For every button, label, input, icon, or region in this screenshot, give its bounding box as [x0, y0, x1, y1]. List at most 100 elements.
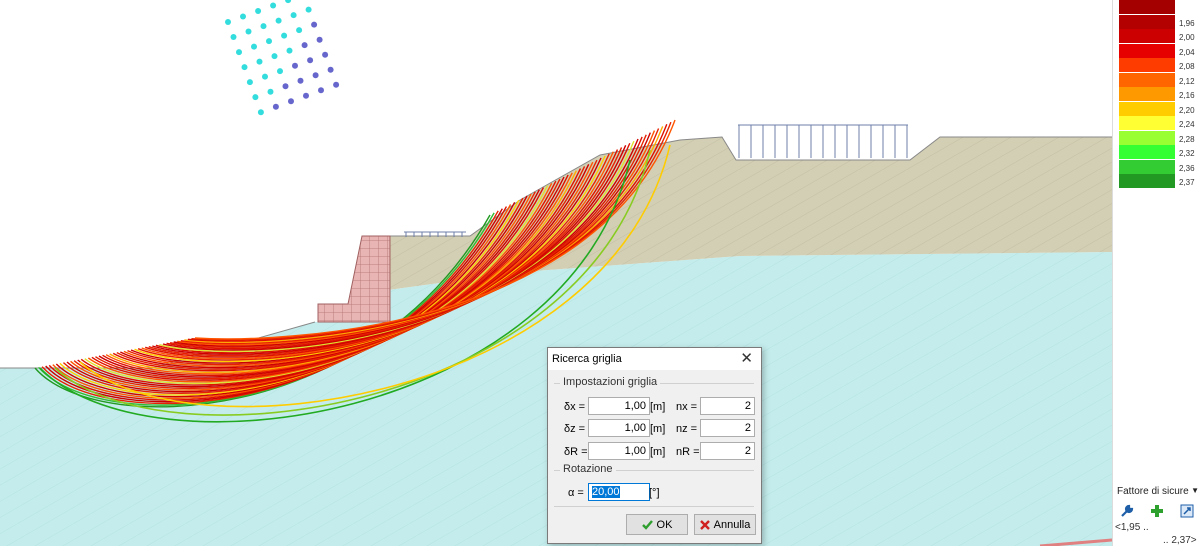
- circle-center-point: [255, 8, 262, 14]
- chevron-down-icon: ▼: [1189, 486, 1199, 495]
- circle-center-point: [260, 23, 267, 30]
- cancel-button-label: Annulla: [713, 518, 751, 531]
- circle-center-point: [333, 81, 340, 88]
- dialog-title: Ricerca griglia: [552, 353, 622, 365]
- circle-center-point: [262, 73, 268, 80]
- circle-center-point: [251, 43, 257, 50]
- circle-center-point: [252, 94, 259, 101]
- circle-center-point: [257, 109, 264, 116]
- legend-swatch: [1119, 116, 1175, 130]
- legend-label: 2,04: [1179, 47, 1195, 57]
- edit-scale-icon[interactable]: [1179, 503, 1195, 519]
- circle-center-point: [271, 53, 278, 60]
- nz-input[interactable]: 2: [700, 419, 755, 437]
- circle-center-point: [285, 0, 292, 4]
- circle-center-point: [245, 28, 252, 35]
- circle-center-point: [305, 6, 312, 13]
- circle-center-point: [275, 17, 282, 24]
- surcharge-load-large: [738, 124, 908, 158]
- alpha-value: 20,00: [592, 486, 620, 498]
- legend-swatch: [1119, 14, 1175, 29]
- delta-z-input[interactable]: 1,00: [588, 419, 650, 437]
- circle-center-point: [246, 79, 253, 86]
- legend-panel: 1,96 2,00 2,04 2,08 2,12 2,16 2,20 2,24 2,28 2,32…: [1112, 0, 1200, 546]
- legend-label: 2,00: [1179, 33, 1195, 42]
- legend-swatch: [1119, 130, 1175, 145]
- circle-center-point: [307, 57, 314, 64]
- circle-center-point: [303, 92, 309, 99]
- circle-center-point: [301, 42, 308, 49]
- circle-center-point: [312, 72, 319, 79]
- result-type-value: Fattore di sicurezz: [1117, 486, 1199, 497]
- circle-center-point: [290, 12, 297, 19]
- wrench-icon[interactable]: [1119, 503, 1135, 519]
- legend-label: 2,20: [1179, 105, 1195, 115]
- circle-center-point: [256, 58, 263, 65]
- grid-search-dialog: Ricerca griglia ✕ Impostazioni griglia δ…: [547, 347, 762, 544]
- legend-swatch: [1119, 0, 1175, 14]
- circle-center-point: [270, 2, 277, 9]
- gabion-wall: [317, 235, 391, 323]
- legend-label: 2,28: [1179, 134, 1195, 144]
- delta-x-label: δx =: [564, 401, 586, 413]
- circle-center-point: [311, 21, 318, 28]
- circle-center-point: [286, 47, 293, 54]
- range-min-label: <1,95 ..: [1115, 522, 1149, 533]
- legend-label: 2,24: [1179, 120, 1195, 129]
- circle-center-point: [281, 32, 288, 39]
- ok-button[interactable]: OK: [626, 514, 688, 535]
- legend-label: 2,16: [1179, 91, 1195, 100]
- legend-swatch: [1119, 43, 1175, 58]
- range-max-label: .. 2,37>: [1163, 535, 1197, 546]
- nr-label: nR =: [676, 446, 700, 458]
- legend-swatch: [1119, 174, 1175, 188]
- circle-center-point: [267, 88, 274, 95]
- circle-center-point: [296, 27, 303, 34]
- legend-label: 2,37: [1179, 178, 1195, 187]
- delta-x-input[interactable]: 1,00: [588, 397, 650, 415]
- slip-circle-centers: [225, 0, 340, 116]
- legend-swatch: [1119, 58, 1175, 72]
- delta-x-unit: [m]: [650, 401, 666, 413]
- legend-label: 1,96: [1179, 18, 1195, 28]
- grid-settings-group-label: Impostazioni griglia: [560, 376, 661, 388]
- dialog-titlebar[interactable]: Ricerca griglia ✕: [548, 348, 761, 370]
- nr-input[interactable]: 2: [700, 442, 755, 460]
- circle-center-point: [327, 66, 334, 73]
- nx-input[interactable]: 2: [700, 397, 755, 415]
- circle-center-point: [236, 49, 242, 56]
- cancel-button[interactable]: Annulla: [694, 514, 756, 535]
- result-type-select[interactable]: Fattore di sicurezz ▼: [1117, 486, 1199, 500]
- nz-label: nz =: [676, 423, 698, 435]
- legend-swatch: [1119, 29, 1175, 43]
- delta-z-label: δz =: [564, 423, 586, 435]
- delta-z-unit: [m]: [650, 423, 666, 435]
- legend-label: 2,12: [1179, 76, 1195, 86]
- delta-r-label: δR =: [564, 446, 588, 458]
- rotation-group-label: Rotazione: [560, 463, 616, 475]
- delta-r-input[interactable]: 1,00: [588, 442, 650, 460]
- alpha-label: α =: [568, 487, 584, 499]
- circle-center-point: [230, 34, 237, 40]
- circle-center-point: [282, 83, 289, 90]
- legend-swatch: [1119, 101, 1175, 116]
- circle-center-point: [240, 13, 246, 20]
- circle-center-point: [225, 19, 231, 25]
- ok-button-label: OK: [656, 518, 673, 531]
- legend-swatch: [1119, 72, 1175, 87]
- nx-label: nx =: [676, 401, 698, 413]
- legend-label: 2,08: [1179, 62, 1195, 71]
- close-icon[interactable]: ✕: [740, 350, 753, 368]
- alpha-unit: [°]: [649, 487, 660, 499]
- legend-swatch: [1119, 87, 1175, 101]
- alpha-input[interactable]: 20,00: [588, 483, 650, 501]
- circle-center-point: [292, 62, 298, 69]
- circle-center-point: [297, 77, 304, 84]
- check-icon: [641, 519, 653, 530]
- legend-swatch: [1119, 145, 1175, 159]
- add-icon[interactable]: [1149, 503, 1165, 519]
- circle-center-point: [266, 38, 272, 45]
- delta-r-unit: [m]: [650, 446, 666, 458]
- circle-center-point: [322, 51, 329, 58]
- circle-center-point: [272, 103, 279, 110]
